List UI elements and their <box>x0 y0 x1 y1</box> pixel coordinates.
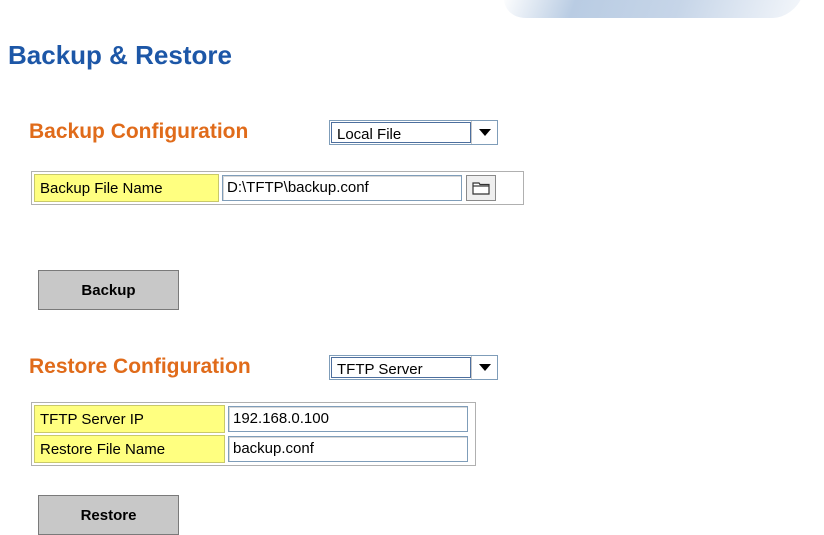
backup-button[interactable]: Backup <box>38 270 179 310</box>
restore-button[interactable]: Restore <box>38 495 179 535</box>
header-banner <box>0 0 824 20</box>
restore-form-table: TFTP Server IP 192.168.0.100 Restore Fil… <box>31 402 476 466</box>
restore-method-select[interactable]: TFTP Server <box>329 355 498 380</box>
backup-form-table: Backup File Name D:\TFTP\backup.conf <box>31 171 524 205</box>
restore-method-value: TFTP Server <box>331 357 471 378</box>
backup-file-row: Backup File Name D:\TFTP\backup.conf <box>34 174 521 202</box>
page-title: Backup & Restore <box>8 40 232 70</box>
restore-section-title: Restore Configuration <box>29 355 251 378</box>
backup-file-name-label: Backup File Name <box>34 174 219 202</box>
backup-method-select[interactable]: Local File <box>329 120 498 145</box>
backup-method-value: Local File <box>331 122 471 143</box>
folder-icon <box>472 182 490 195</box>
backup-browse-button[interactable] <box>466 175 496 201</box>
backup-method-dropdown-button[interactable] <box>471 121 497 144</box>
triangle-down-icon <box>478 128 491 136</box>
tftp-server-ip-row: TFTP Server IP 192.168.0.100 <box>34 405 473 433</box>
page: Backup & Restore Backup Configuration Lo… <box>0 0 824 535</box>
tftp-server-ip-input[interactable]: 192.168.0.100 <box>228 406 468 432</box>
restore-file-name-label: Restore File Name <box>34 435 225 463</box>
restore-method-dropdown-button[interactable] <box>471 356 497 379</box>
banner-graphic <box>494 0 806 18</box>
triangle-down-icon <box>478 363 491 371</box>
tftp-server-ip-label: TFTP Server IP <box>34 405 225 433</box>
restore-file-row: Restore File Name backup.conf <box>34 435 473 463</box>
backup-section-title: Backup Configuration <box>29 120 249 143</box>
backup-file-name-input[interactable]: D:\TFTP\backup.conf <box>222 175 462 201</box>
restore-file-name-input[interactable]: backup.conf <box>228 436 468 462</box>
